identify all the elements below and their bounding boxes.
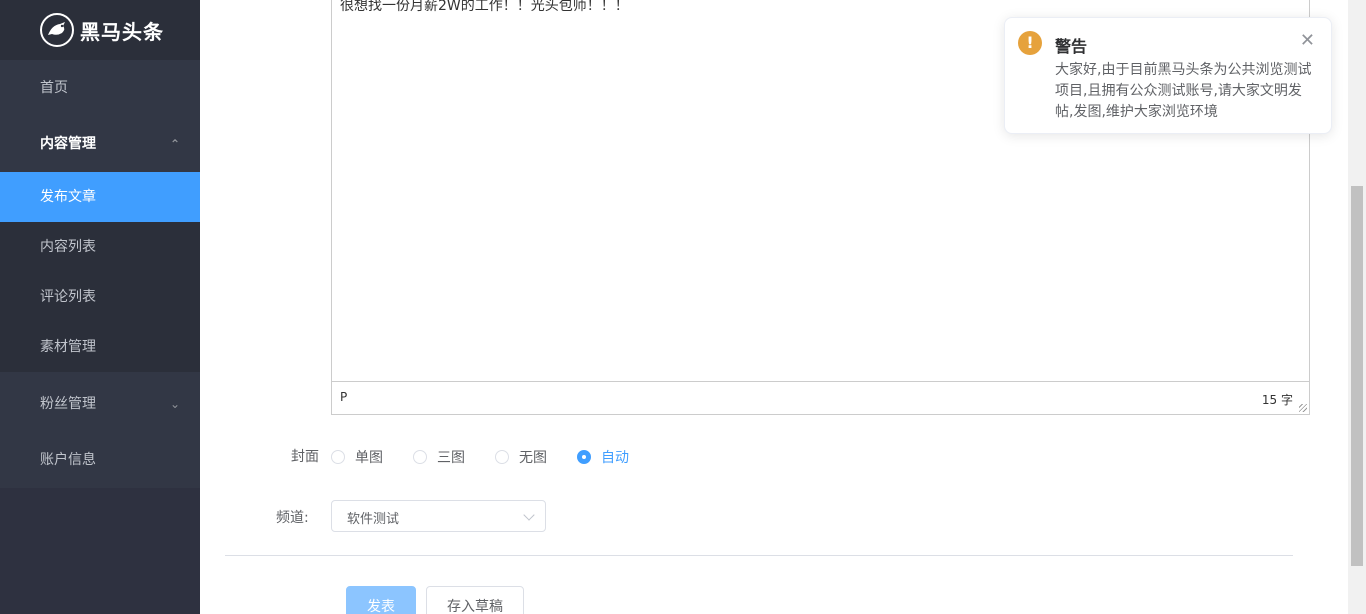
editor-word-count: 15 字 (1261, 393, 1293, 407)
channel-select[interactable]: 软件测试 (331, 500, 546, 532)
publish-button[interactable]: 发表 (346, 586, 416, 614)
cover-label: 封面 (291, 449, 319, 465)
chevron-down-icon (523, 509, 535, 521)
sidebar-group-fans[interactable]: 粉丝管理 ⌄ (0, 376, 200, 432)
resize-handle-icon[interactable] (1299, 404, 1307, 412)
content-submenu: 发布文章 内容列表 评论列表 素材管理 (0, 172, 200, 372)
sidebar-group-fans-label: 粉丝管理 (40, 396, 96, 412)
warning-icon: ! (1018, 31, 1042, 55)
sidebar-item-publish-article[interactable]: 发布文章 (0, 172, 200, 222)
cover-radio-single[interactable]: 单图 (331, 447, 383, 467)
sidebar-group-content-label: 内容管理 (40, 136, 96, 152)
close-icon[interactable]: ✕ (1300, 32, 1315, 50)
sidebar-item-content-list[interactable]: 内容列表 (0, 222, 200, 272)
radio-label: 三图 (437, 450, 465, 466)
sidebar-menu: 首页 内容管理 ⌃ 发布文章 内容列表 评论列表 素材管理 粉丝管理 ⌄ 账户信… (0, 60, 200, 488)
radio-label: 自动 (601, 450, 629, 466)
notification-title: 警告 (1055, 37, 1088, 56)
radio-icon (413, 450, 427, 464)
sidebar-group-content[interactable]: 内容管理 ⌃ (0, 116, 200, 172)
editor-element-path: P (340, 390, 348, 404)
sidebar-item-account[interactable]: 账户信息 (0, 432, 200, 488)
cover-radio-auto[interactable]: 自动 (577, 447, 629, 467)
app-logo[interactable]: 黑马头条 (0, 0, 200, 60)
page-scrollbar[interactable] (1348, 0, 1366, 614)
chevron-up-icon: ⌃ (169, 137, 180, 151)
cover-radio-none[interactable]: 无图 (495, 447, 547, 467)
horse-logo-icon (40, 13, 74, 47)
sidebar-item-home[interactable]: 首页 (0, 60, 200, 116)
radio-label: 无图 (519, 450, 547, 466)
editor-statusbar: P 15 字 (332, 381, 1309, 414)
save-draft-button[interactable]: 存入草稿 (426, 586, 524, 614)
radio-icon (331, 450, 345, 464)
channel-label: 频道: (276, 510, 309, 526)
radio-label: 单图 (355, 450, 383, 466)
cover-radio-three[interactable]: 三图 (413, 447, 465, 467)
radio-icon (495, 450, 509, 464)
sidebar: 黑马头条 首页 内容管理 ⌃ 发布文章 内容列表 评论列表 素材管理 粉丝管理 … (0, 0, 200, 614)
warning-notification: ! 警告 ✕ 大家好,由于目前黑马头条为公共浏览测试项目,且拥有公众测试账号,请… (1004, 17, 1332, 134)
notification-message: 大家好,由于目前黑马头条为公共浏览测试项目,且拥有公众测试账号,请大家文明发帖,… (1055, 62, 1312, 120)
channel-select-value: 软件测试 (347, 512, 400, 527)
sidebar-item-material[interactable]: 素材管理 (0, 322, 200, 372)
radio-checked-icon (577, 450, 591, 464)
chevron-down-icon: ⌄ (169, 397, 180, 411)
editor-content[interactable]: 很想找一份月薪2W的工作！！光头包师！！！ (340, 0, 1301, 15)
scrollbar-thumb[interactable] (1351, 186, 1363, 566)
divider (225, 555, 1293, 556)
logo-text: 黑马头条 (80, 19, 164, 44)
sidebar-item-comment-list[interactable]: 评论列表 (0, 272, 200, 322)
